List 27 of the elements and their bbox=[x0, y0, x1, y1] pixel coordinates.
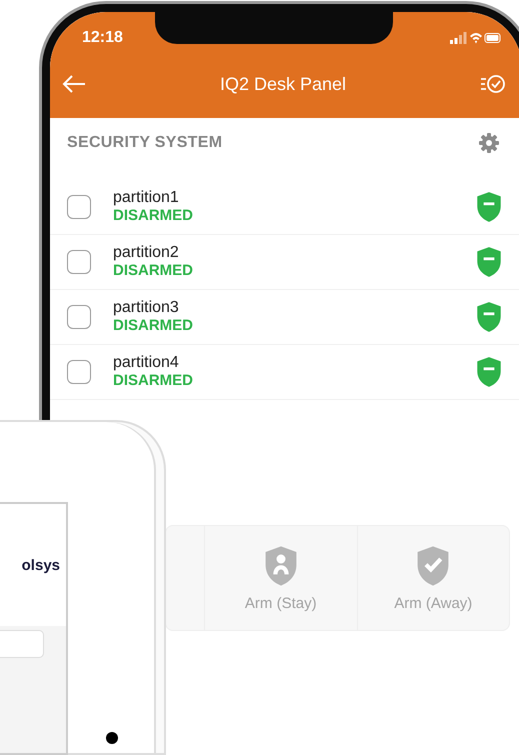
partition-status: DISARMED bbox=[113, 372, 194, 390]
back-arrow-icon[interactable] bbox=[62, 75, 86, 93]
shield-icon bbox=[264, 544, 298, 586]
settings-icon[interactable] bbox=[478, 132, 500, 154]
checkbox[interactable] bbox=[67, 360, 91, 384]
partition-name: partition3 bbox=[113, 299, 180, 317]
shield-icon bbox=[476, 246, 502, 278]
partition-name: partition2 bbox=[113, 244, 180, 262]
shield-icon bbox=[416, 544, 450, 586]
partition-status: DISARMED bbox=[113, 207, 194, 225]
shield-icon bbox=[476, 301, 502, 333]
device-logo: olsys bbox=[22, 556, 60, 574]
shield-icon bbox=[476, 356, 502, 388]
partition-name: partition1 bbox=[113, 189, 180, 207]
status-icons bbox=[450, 31, 502, 45]
checkbox[interactable] bbox=[67, 250, 91, 274]
partition-status: DISARMED bbox=[113, 262, 194, 280]
device-camera-dot bbox=[106, 732, 118, 744]
checklist-icon[interactable] bbox=[480, 74, 506, 94]
section-title: SECURITY SYSTEM bbox=[67, 134, 222, 152]
app-title: IQ2 Desk Panel bbox=[220, 74, 346, 94]
partition-status: DISARMED bbox=[113, 317, 194, 335]
checkbox[interactable] bbox=[67, 305, 91, 329]
shield-icon bbox=[476, 191, 502, 223]
partition-name: partition4 bbox=[113, 354, 180, 372]
status-time: 12:18 bbox=[82, 29, 123, 47]
checkbox[interactable] bbox=[67, 195, 91, 219]
